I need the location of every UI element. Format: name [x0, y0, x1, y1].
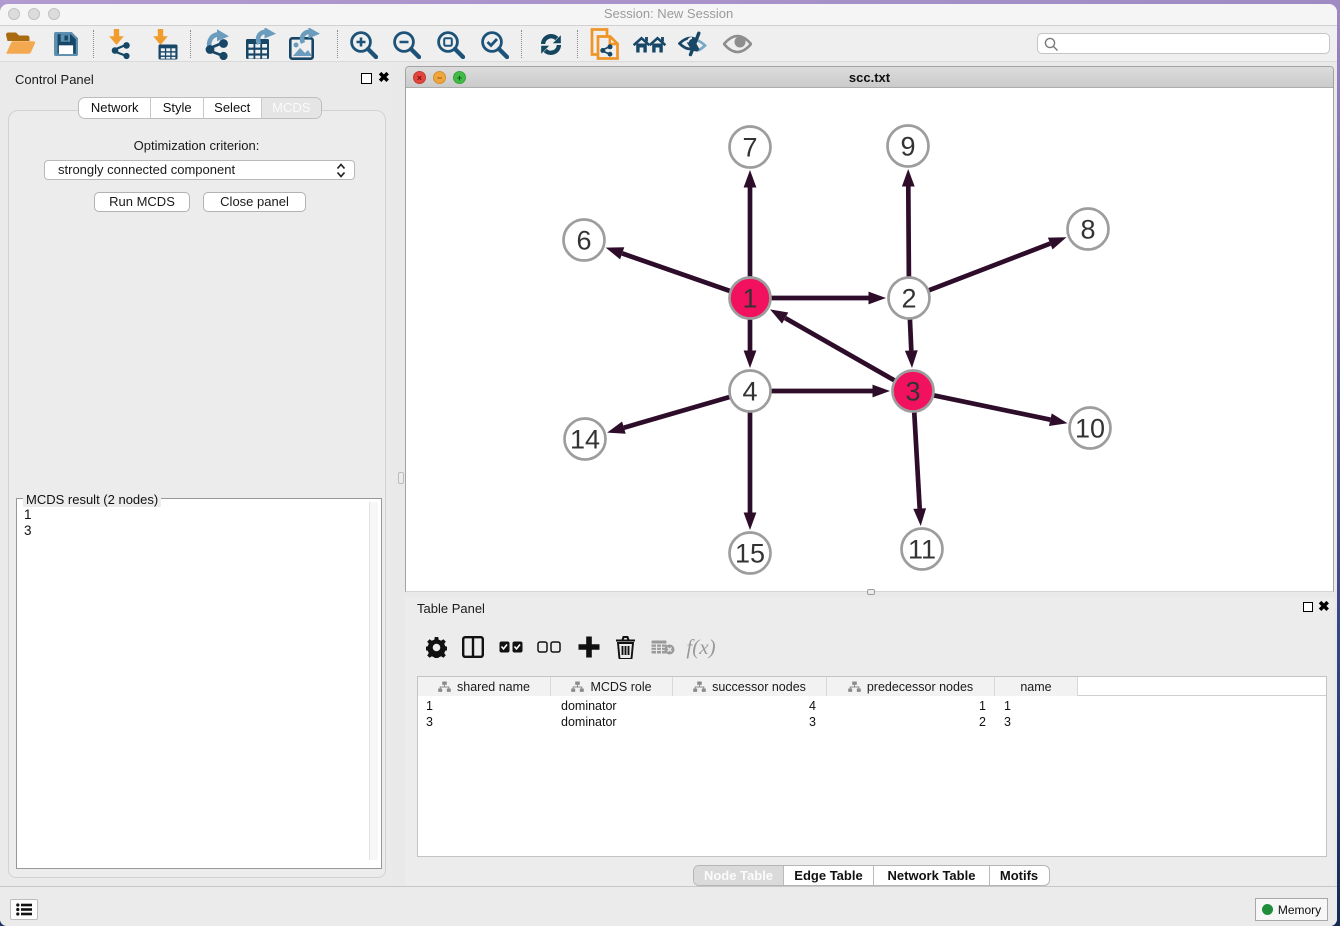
svg-text:7: 7: [742, 133, 757, 163]
svg-text:14: 14: [570, 425, 600, 455]
svg-text:3: 3: [905, 377, 920, 407]
svg-text:2: 2: [901, 284, 916, 314]
svg-text:8: 8: [1080, 215, 1095, 245]
svg-text:10: 10: [1075, 414, 1105, 444]
svg-text:15: 15: [735, 539, 765, 569]
svg-text:9: 9: [900, 132, 915, 162]
svg-text:1: 1: [742, 284, 757, 314]
svg-text:6: 6: [576, 226, 591, 256]
svg-text:11: 11: [908, 535, 936, 565]
svg-text:4: 4: [742, 377, 757, 407]
